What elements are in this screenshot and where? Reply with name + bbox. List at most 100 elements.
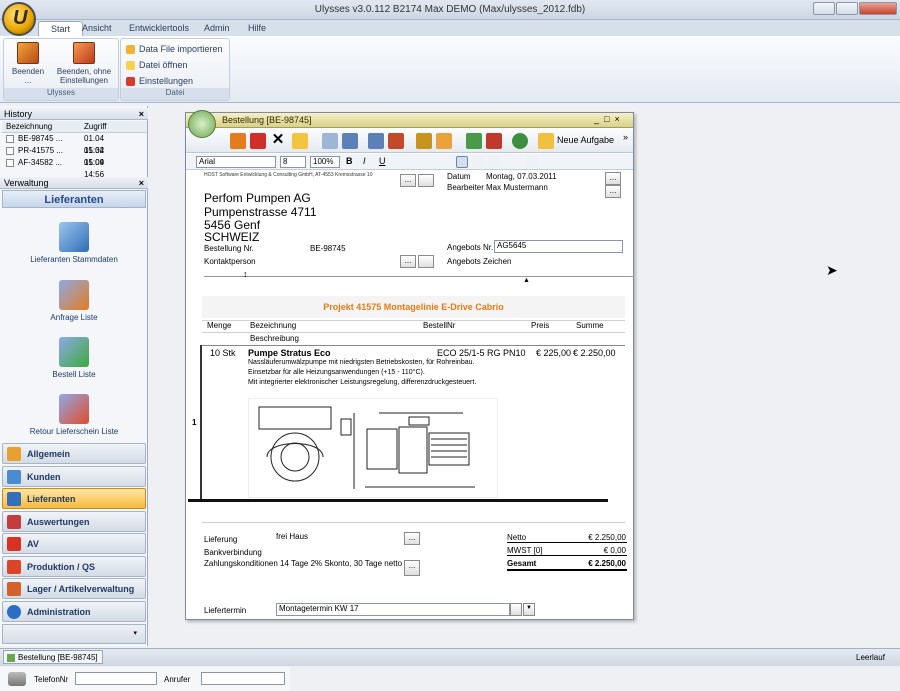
close-button[interactable] [859,2,897,15]
contact-card-icon[interactable] [418,255,434,268]
date-picker-button[interactable]: ... [605,172,621,185]
history-row[interactable]: BE-98745 ... 01.04 15:32 [2,133,104,155]
tab-ansicht[interactable]: Ansicht [70,21,124,36]
history-name: PR-41575 ... [18,146,63,155]
item-price[interactable]: € 225,00 [536,348,571,358]
lock-icon[interactable] [416,133,432,149]
divider [202,345,625,346]
align-center-icon[interactable] [472,156,484,168]
nav-administration[interactable]: Administration [2,601,146,622]
underline-button[interactable]: U [379,156,386,166]
nav-av[interactable]: AV [2,533,146,554]
save-settings-button[interactable]: Einstellungen speichern [124,74,229,100]
item-name[interactable]: Pumpe Stratus Eco [248,348,331,358]
tab-hilfe[interactable]: Hilfe [236,21,278,36]
scroll-up-icon[interactable]: ▲ [523,277,530,284]
col-zugriff[interactable]: Zugriff [84,121,107,133]
nav-kunden[interactable]: Kunden [2,466,146,487]
tile-anfrage-liste[interactable]: Anfrage Liste [0,280,148,322]
doc-window-controls[interactable]: _□× [594,114,625,124]
task-button[interactable]: Bestellung [BE-98745] [3,650,103,664]
editor-picker-button[interactable]: ... [605,185,621,198]
print-icon[interactable] [342,133,358,149]
nav-produktion[interactable]: Produktion / QS [2,556,146,577]
font-select[interactable]: Arial [196,156,276,168]
item-number[interactable]: ECO 25/1-5 RG PN10 [437,348,526,358]
bearbeiter-label: Bearbeiter [447,183,484,192]
beenden-button[interactable]: Beenden ... [10,42,46,85]
nav-allgemein[interactable]: Allgemein [2,443,146,464]
tile-retour-liste[interactable]: Retour Lieferschein Liste [0,394,148,436]
align-left-icon[interactable] [456,156,468,168]
new-task-icon[interactable] [538,133,554,149]
history-row[interactable]: PR-41575 ... 01.04 15:09 [2,145,104,167]
checkbox[interactable] [6,146,14,155]
globe-icon[interactable] [512,133,528,149]
angebotsnr-field[interactable]: AG5645 [494,240,623,253]
import-button[interactable]: Data File importieren [124,42,223,56]
divider [202,522,625,523]
datum-value[interactable]: Montag, 07.03.2011 [486,172,557,181]
history-header: History × [0,108,148,120]
task-label: Bestellung [BE-98745] [18,653,98,662]
zahlung-picker-button[interactable]: ... [404,560,420,576]
bullet-list-icon[interactable] [526,156,538,168]
beenden-ohne-button[interactable]: Beenden, ohne Einstellungen [52,42,116,85]
open-button[interactable]: Datei öffnen [124,58,187,72]
new-task-button[interactable]: Neue Aufgabe [557,135,614,145]
address-picker-button[interactable]: ... [400,174,416,187]
minimize-button[interactable] [813,2,835,15]
tile-bestell-liste[interactable]: Bestell Liste [0,337,148,379]
nav-lieferanten[interactable]: Lieferanten [2,488,146,509]
tab-entwicklertools[interactable]: Entwicklertools [117,21,201,36]
mail-icon[interactable] [368,133,384,149]
liefertermin-label: Liefertermin [204,606,247,615]
checkbox[interactable] [6,158,14,167]
calendar-icon[interactable] [510,603,522,616]
anrufer-input[interactable] [201,672,285,685]
italic-button[interactable]: I [363,156,366,166]
tab-admin[interactable]: Admin [192,21,242,36]
address-book-icon[interactable] [418,174,434,187]
app-menu-button[interactable]: U [2,2,36,36]
address-line: SCHWEIZ [204,230,260,244]
checkbox[interactable] [6,134,14,143]
folder-icon [126,61,135,70]
telefon-input[interactable] [75,672,157,685]
beenden-ohne-label-2: Einstellungen [59,76,109,85]
zoom-select[interactable]: 100% [310,156,340,168]
technical-drawing-icon [258,406,475,489]
nav-auswertungen[interactable]: Auswertungen [2,511,146,532]
nav-label: Allgemein [27,449,71,459]
contact-picker-button[interactable]: ... [400,255,416,268]
col-bezeichnung[interactable]: Bezeichnung [6,121,52,133]
tile-lieferanten-stammdaten[interactable]: Lieferanten Stammdaten [0,222,148,264]
history-row[interactable]: AF-34582 ... 01.04 14:56 [2,157,104,179]
copy-icon[interactable] [292,133,308,149]
close-icon[interactable]: × [139,177,144,189]
save-icon[interactable] [250,133,266,149]
nav-lager[interactable]: Lager / Artikelverwaltung [2,578,146,599]
preview-icon[interactable] [322,133,338,149]
tools-icon[interactable] [388,133,404,149]
bold-button[interactable]: B [346,156,353,166]
liefertermin-field[interactable]: Montagetermin KW 17 [276,603,510,616]
colors-icon[interactable] [486,133,502,149]
delete-icon[interactable]: ✕ [270,132,286,149]
align-right-icon[interactable] [488,156,500,168]
maximize-button[interactable] [836,2,858,15]
bearbeiter-value[interactable]: Max Mustermann [486,183,548,192]
resize-handle-icon[interactable]: ↕ [243,269,248,279]
toolbar-overflow[interactable]: » [623,132,628,142]
list-icon[interactable] [466,133,482,149]
dropdown-icon[interactable]: ▼ [523,603,535,616]
lieferung-picker-button[interactable]: ... [404,532,420,545]
close-icon[interactable]: × [139,108,144,120]
nav-overflow[interactable]: ▾ [2,624,146,644]
item-qty[interactable]: 10 Stk [210,348,236,358]
font-size-select[interactable]: 8 [280,156,306,168]
attach-icon[interactable] [436,133,452,149]
nav-label: Produktion / QS [27,562,96,572]
import-icon [126,45,135,54]
exit-icon[interactable] [230,133,246,149]
